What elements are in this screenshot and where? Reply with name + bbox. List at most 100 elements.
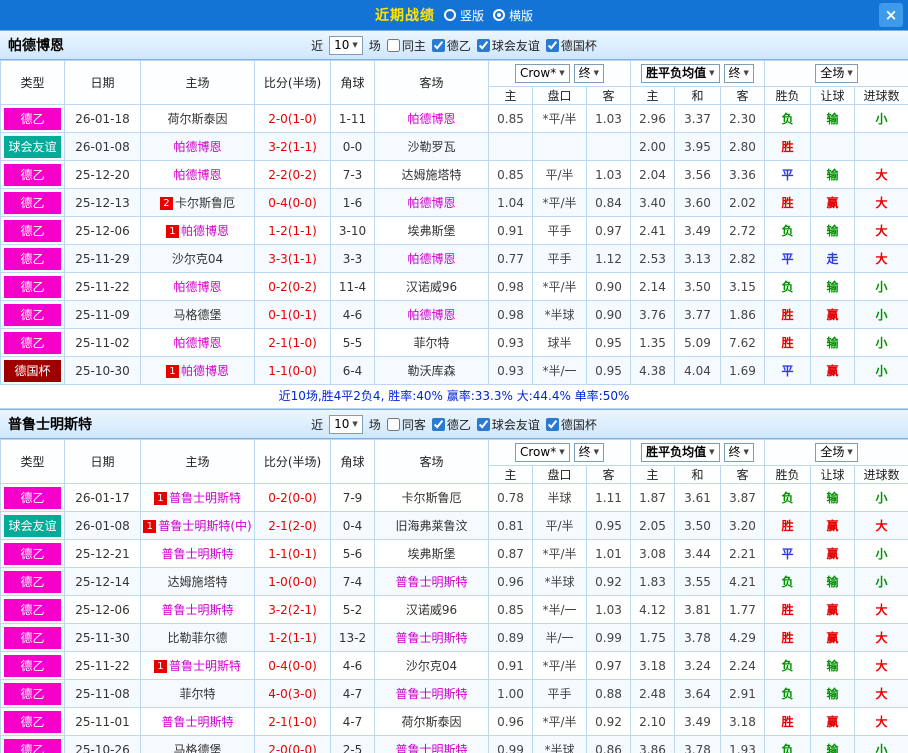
home-team-name[interactable]: 菲尔特	[179, 687, 215, 701]
home-team-cell[interactable]: 1 帕德博恩	[140, 356, 255, 385]
away-team-cell[interactable]: 达姆施塔特	[374, 160, 489, 189]
home-team-cell[interactable]: 1 普鲁士明斯特	[140, 483, 255, 512]
home-team-cell[interactable]: 1 普鲁士明斯特(中)	[140, 511, 255, 540]
home-team-name[interactable]: 普鲁士明斯特(中)	[158, 519, 251, 533]
final-odds-select[interactable]: 终 ▼	[573, 443, 605, 462]
score-cell[interactable]: 2-0(1-0)	[254, 104, 331, 133]
fullmatch-select[interactable]: 全场 ▼	[815, 64, 858, 83]
away-team-name[interactable]: 荷尔斯泰因	[401, 715, 461, 729]
final-avg-select[interactable]: 终 ▼	[723, 64, 754, 83]
home-team-name[interactable]: 帕德博恩	[173, 140, 221, 154]
home-team-name[interactable]: 普鲁士明斯特	[161, 547, 233, 561]
score-cell[interactable]: 2-1(1-0)	[254, 707, 331, 736]
close-button[interactable]: ×	[879, 3, 903, 27]
home-team-cell[interactable]: 普鲁士明斯特	[140, 539, 255, 568]
home-team-name[interactable]: 达姆施塔特	[167, 575, 227, 589]
away-team-cell[interactable]: 汉诺威96	[374, 595, 489, 624]
home-team-cell[interactable]: 帕德博恩	[140, 160, 255, 189]
home-team-cell[interactable]: 沙尔克04	[140, 244, 255, 273]
away-team-cell[interactable]: 汉诺威96	[374, 272, 489, 301]
away-team-cell[interactable]: 勒沃库森	[374, 356, 489, 385]
score-cell[interactable]: 3-2(1-1)	[254, 132, 331, 161]
avg-select[interactable]: 胜平负均值 ▼	[641, 443, 720, 462]
home-team-name[interactable]: 帕德博恩	[181, 364, 229, 378]
away-team-name[interactable]: 帕德博恩	[407, 112, 455, 126]
home-team-name[interactable]: 帕德博恩	[173, 280, 221, 294]
friendly-checkbox[interactable]: 球会友谊	[476, 37, 540, 54]
away-team-name[interactable]: 达姆施塔特	[401, 168, 461, 182]
score-cell[interactable]: 3-2(2-1)	[254, 595, 331, 624]
home-team-cell[interactable]: 马格德堡	[140, 735, 255, 753]
score-cell[interactable]: 0-4(0-0)	[254, 651, 331, 680]
checkbox-input[interactable]	[545, 417, 559, 431]
away-team-name[interactable]: 勒沃库森	[407, 364, 455, 378]
away-team-name[interactable]: 埃弗斯堡	[407, 547, 455, 561]
score-cell[interactable]: 0-1(0-1)	[254, 300, 331, 329]
score-cell[interactable]: 1-2(1-1)	[254, 216, 331, 245]
cup-checkbox[interactable]: 德国杯	[545, 37, 597, 54]
away-team-cell[interactable]: 帕德博恩	[374, 188, 489, 217]
home-team-cell[interactable]: 帕德博恩	[140, 328, 255, 357]
recent-count-select[interactable]: 10 ▼	[329, 414, 363, 434]
away-team-cell[interactable]: 旧海弗莱鲁汶	[374, 511, 489, 540]
score-cell[interactable]: 2-2(0-2)	[254, 160, 331, 189]
away-team-cell[interactable]: 帕德博恩	[374, 244, 489, 273]
portrait-radio[interactable]: 竖版	[443, 7, 484, 24]
away-team-cell[interactable]: 埃弗斯堡	[374, 216, 489, 245]
away-team-cell[interactable]: 埃弗斯堡	[374, 539, 489, 568]
away-team-cell[interactable]: 沙勒罗瓦	[374, 132, 489, 161]
bookmaker-select[interactable]: Crow* ▼	[515, 443, 570, 462]
checkbox-input[interactable]	[386, 417, 400, 431]
checkbox-input[interactable]	[431, 38, 445, 52]
away-team-name[interactable]: 汉诺威96	[406, 280, 457, 294]
home-team-name[interactable]: 普鲁士明斯特	[169, 491, 241, 505]
checkbox-input[interactable]	[431, 417, 445, 431]
checkbox-input[interactable]	[476, 38, 490, 52]
home-team-cell[interactable]: 帕德博恩	[140, 132, 255, 161]
home-team-cell[interactable]: 马格德堡	[140, 300, 255, 329]
home-team-name[interactable]: 卡尔斯鲁厄	[175, 196, 235, 210]
friendly-checkbox[interactable]: 球会友谊	[476, 416, 540, 433]
home-team-name[interactable]: 普鲁士明斯特	[169, 659, 241, 673]
home-team-cell[interactable]: 1 帕德博恩	[140, 216, 255, 245]
home-team-cell[interactable]: 比勒菲尔德	[140, 623, 255, 652]
avg-select[interactable]: 胜平负均值 ▼	[641, 64, 720, 83]
score-cell[interactable]: 0-2(0-0)	[254, 483, 331, 512]
away-team-cell[interactable]: 沙尔克04	[374, 651, 489, 680]
league-checkbox[interactable]: 德乙	[431, 416, 471, 433]
score-cell[interactable]: 0-4(0-0)	[254, 188, 331, 217]
away-team-name[interactable]: 普鲁士明斯特	[395, 743, 467, 753]
final-avg-select[interactable]: 终 ▼	[723, 443, 754, 462]
away-team-name[interactable]: 埃弗斯堡	[407, 224, 455, 238]
league-checkbox[interactable]: 德乙	[431, 37, 471, 54]
home-team-name[interactable]: 马格德堡	[173, 308, 221, 322]
away-team-name[interactable]: 汉诺威96	[406, 603, 457, 617]
home-team-name[interactable]: 荷尔斯泰因	[167, 112, 227, 126]
home-team-cell[interactable]: 荷尔斯泰因	[140, 104, 255, 133]
recent-count-select[interactable]: 10 ▼	[329, 35, 363, 55]
home-team-name[interactable]: 马格德堡	[173, 743, 221, 753]
home-team-name[interactable]: 帕德博恩	[173, 168, 221, 182]
away-team-cell[interactable]: 普鲁士明斯特	[374, 735, 489, 753]
home-team-name[interactable]: 帕德博恩	[181, 224, 229, 238]
cup-checkbox[interactable]: 德国杯	[545, 416, 597, 433]
away-team-cell[interactable]: 菲尔特	[374, 328, 489, 357]
score-cell[interactable]: 2-1(1-0)	[254, 328, 331, 357]
away-team-name[interactable]: 普鲁士明斯特	[395, 575, 467, 589]
home-team-name[interactable]: 沙尔克04	[172, 252, 223, 266]
final-odds-select[interactable]: 终 ▼	[573, 64, 605, 83]
away-team-name[interactable]: 帕德博恩	[407, 196, 455, 210]
same-venue-checkbox[interactable]: 同主	[386, 37, 426, 54]
score-cell[interactable]: 1-2(1-1)	[254, 623, 331, 652]
away-team-name[interactable]: 普鲁士明斯特	[395, 687, 467, 701]
checkbox-input[interactable]	[476, 417, 490, 431]
away-team-cell[interactable]: 帕德博恩	[374, 300, 489, 329]
score-cell[interactable]: 1-1(0-1)	[254, 539, 331, 568]
score-cell[interactable]: 1-0(0-0)	[254, 567, 331, 596]
score-cell[interactable]: 3-3(1-1)	[254, 244, 331, 273]
away-team-name[interactable]: 帕德博恩	[407, 308, 455, 322]
home-team-cell[interactable]: 普鲁士明斯特	[140, 595, 255, 624]
checkbox-input[interactable]	[545, 38, 559, 52]
landscape-radio[interactable]: 横版	[493, 7, 533, 24]
away-team-name[interactable]: 菲尔特	[413, 336, 449, 350]
